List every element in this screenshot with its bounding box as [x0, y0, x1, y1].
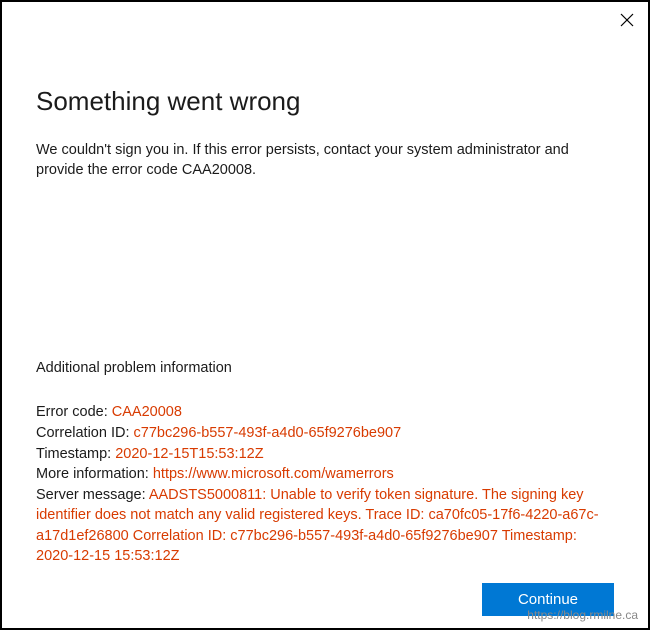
correlation-id-value: c77bc296-b557-493f-a4d0-65f9276be907 [134, 425, 402, 441]
error-details: Error code: CAA20008 Correlation ID: c77… [36, 402, 614, 567]
watermark: https://blog.rmilne.ca [527, 608, 638, 622]
error-dialog: Something went wrong We couldn't sign yo… [2, 2, 648, 628]
spacer [36, 190, 614, 300]
error-code-value: CAA20008 [112, 404, 182, 420]
titlebar [2, 2, 648, 38]
error-code-row: Error code: CAA20008 [36, 402, 614, 423]
additional-info-label: Additional problem information [36, 360, 614, 376]
dialog-subtitle: We couldn't sign you in. If this error p… [36, 141, 614, 180]
more-info-link[interactable]: https://www.microsoft.com/wamerrors [153, 466, 394, 482]
error-code-label: Error code: [36, 404, 112, 420]
timestamp-row: Timestamp: 2020-12-15T15:53:12Z [36, 444, 614, 465]
correlation-id-label: Correlation ID: [36, 425, 134, 441]
server-message-row: Server message: AADSTS5000811: Unable to… [36, 485, 614, 567]
close-icon[interactable] [620, 13, 634, 27]
more-info-row: More information: https://www.microsoft.… [36, 464, 614, 485]
timestamp-label: Timestamp: [36, 446, 115, 462]
more-info-label: More information: [36, 466, 153, 482]
correlation-id-row: Correlation ID: c77bc296-b557-493f-a4d0-… [36, 423, 614, 444]
dialog-heading: Something went wrong [36, 86, 614, 117]
timestamp-value: 2020-12-15T15:53:12Z [115, 446, 263, 462]
server-message-label: Server message: [36, 487, 149, 503]
dialog-content: Something went wrong We couldn't sign yo… [2, 38, 648, 567]
